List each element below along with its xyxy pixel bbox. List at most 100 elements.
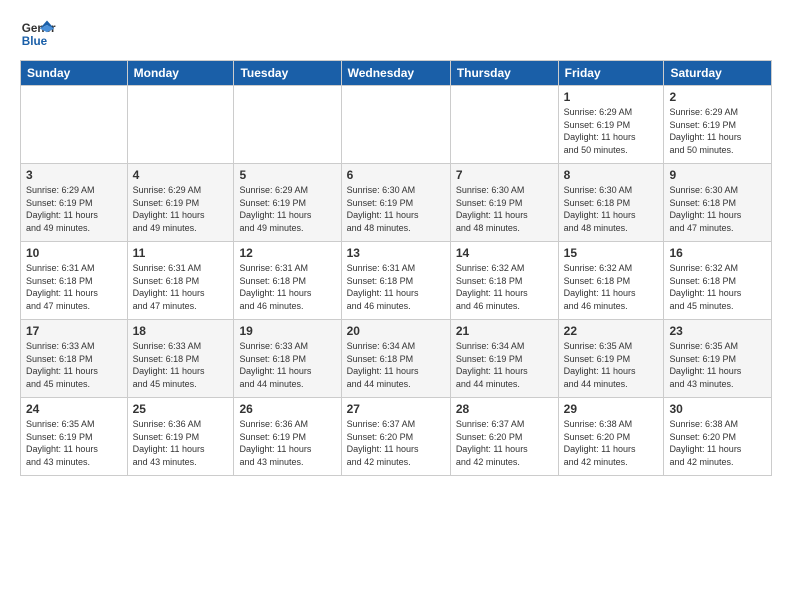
day-number: 21 <box>456 324 553 338</box>
calendar-cell: 27Sunrise: 6:37 AM Sunset: 6:20 PM Dayli… <box>341 398 450 476</box>
weekday-header-monday: Monday <box>127 61 234 86</box>
calendar-cell: 29 Sunrise: 6:38 AM Sunset: 6:20 PM Dayli… <box>558 398 664 476</box>
day-info: Sunrise: 6:31 AM Sunset: 6:18 PM Dayligh… <box>26 262 122 312</box>
calendar-cell: 16 Sunrise: 6:32 AM Sunset: 6:18 PM Dayli… <box>664 242 772 320</box>
calendar-cell: 11 Sunrise: 6:31 AM Sunset: 6:18 PM Dayli… <box>127 242 234 320</box>
day-number: 16 <box>669 246 766 260</box>
day-number: 17 <box>26 324 122 338</box>
calendar-cell: 24Sunrise: 6:35 AM Sunset: 6:19 PM Dayli… <box>21 398 128 476</box>
day-number: 6 <box>347 168 445 182</box>
calendar-cell <box>450 86 558 164</box>
weekday-header-saturday: Saturday <box>664 61 772 86</box>
calendar-cell: 20Sunrise: 6:34 AM Sunset: 6:18 PM Dayli… <box>341 320 450 398</box>
calendar-cell: 23 Sunrise: 6:35 AM Sunset: 6:19 PM Dayli… <box>664 320 772 398</box>
calendar-cell: 15 Sunrise: 6:32 AM Sunset: 6:18 PM Dayli… <box>558 242 664 320</box>
day-info: Sunrise: 6:36 AM Sunset: 6:19 PM Dayligh… <box>239 418 335 468</box>
calendar-cell: 2 Sunrise: 6:29 AM Sunset: 6:19 PM Daylig… <box>664 86 772 164</box>
calendar-cell: 21 Sunrise: 6:34 AM Sunset: 6:19 PM Dayli… <box>450 320 558 398</box>
day-info: Sunrise: 6:32 AM Sunset: 6:18 PM Dayligh… <box>669 262 766 312</box>
calendar-cell: 1Sunrise: 6:29 AM Sunset: 6:19 PM Daylig… <box>558 86 664 164</box>
calendar-cell: 8 Sunrise: 6:30 AM Sunset: 6:18 PM Daylig… <box>558 164 664 242</box>
day-info: Sunrise: 6:33 AM Sunset: 6:18 PM Dayligh… <box>26 340 122 390</box>
day-number: 19 <box>239 324 335 338</box>
logo-icon: General Blue <box>20 16 56 52</box>
day-info: Sunrise: 6:36 AM Sunset: 6:19 PM Dayligh… <box>133 418 229 468</box>
day-number: 30 <box>669 402 766 416</box>
day-number: 26 <box>239 402 335 416</box>
day-number: 3 <box>26 168 122 182</box>
calendar-cell: 22 Sunrise: 6:35 AM Sunset: 6:19 PM Dayli… <box>558 320 664 398</box>
day-number: 23 <box>669 324 766 338</box>
day-info: Sunrise: 6:31 AM Sunset: 6:18 PM Dayligh… <box>239 262 335 312</box>
day-info: Sunrise: 6:38 AM Sunset: 6:20 PM Dayligh… <box>564 418 659 468</box>
calendar-cell: 6Sunrise: 6:30 AM Sunset: 6:19 PM Daylig… <box>341 164 450 242</box>
week-row-5: 24Sunrise: 6:35 AM Sunset: 6:19 PM Dayli… <box>21 398 772 476</box>
day-info: Sunrise: 6:32 AM Sunset: 6:18 PM Dayligh… <box>564 262 659 312</box>
day-info: Sunrise: 6:34 AM Sunset: 6:18 PM Dayligh… <box>347 340 445 390</box>
day-number: 15 <box>564 246 659 260</box>
day-number: 8 <box>564 168 659 182</box>
day-info: Sunrise: 6:35 AM Sunset: 6:19 PM Dayligh… <box>26 418 122 468</box>
day-info: Sunrise: 6:37 AM Sunset: 6:20 PM Dayligh… <box>456 418 553 468</box>
day-number: 13 <box>347 246 445 260</box>
day-number: 22 <box>564 324 659 338</box>
calendar-cell: 13 Sunrise: 6:31 AM Sunset: 6:18 PM Dayli… <box>341 242 450 320</box>
day-info: Sunrise: 6:30 AM Sunset: 6:18 PM Dayligh… <box>564 184 659 234</box>
calendar-cell: 10 Sunrise: 6:31 AM Sunset: 6:18 PM Dayli… <box>21 242 128 320</box>
logo: General Blue <box>20 16 56 52</box>
day-info: Sunrise: 6:33 AM Sunset: 6:18 PM Dayligh… <box>239 340 335 390</box>
day-number: 2 <box>669 90 766 104</box>
day-number: 9 <box>669 168 766 182</box>
week-row-1: 1Sunrise: 6:29 AM Sunset: 6:19 PM Daylig… <box>21 86 772 164</box>
day-number: 18 <box>133 324 229 338</box>
weekday-header-wednesday: Wednesday <box>341 61 450 86</box>
calendar-cell: 4Sunrise: 6:29 AM Sunset: 6:19 PM Daylig… <box>127 164 234 242</box>
weekday-header-tuesday: Tuesday <box>234 61 341 86</box>
calendar-cell: 25Sunrise: 6:36 AM Sunset: 6:19 PM Dayli… <box>127 398 234 476</box>
week-row-2: 3 Sunrise: 6:29 AM Sunset: 6:19 PM Daylig… <box>21 164 772 242</box>
calendar-cell <box>21 86 128 164</box>
day-info: Sunrise: 6:30 AM Sunset: 6:18 PM Dayligh… <box>669 184 766 234</box>
day-number: 12 <box>239 246 335 260</box>
day-info: Sunrise: 6:38 AM Sunset: 6:20 PM Dayligh… <box>669 418 766 468</box>
day-info: Sunrise: 6:33 AM Sunset: 6:18 PM Dayligh… <box>133 340 229 390</box>
calendar-cell: 3 Sunrise: 6:29 AM Sunset: 6:19 PM Daylig… <box>21 164 128 242</box>
calendar-cell <box>127 86 234 164</box>
calendar-cell: 26 Sunrise: 6:36 AM Sunset: 6:19 PM Dayli… <box>234 398 341 476</box>
calendar-cell: 14 Sunrise: 6:32 AM Sunset: 6:18 PM Dayli… <box>450 242 558 320</box>
day-info: Sunrise: 6:35 AM Sunset: 6:19 PM Dayligh… <box>669 340 766 390</box>
header: General Blue <box>20 16 772 52</box>
weekday-header-row: SundayMondayTuesdayWednesdayThursdayFrid… <box>21 61 772 86</box>
weekday-header-sunday: Sunday <box>21 61 128 86</box>
day-number: 4 <box>133 168 229 182</box>
calendar-cell: 12 Sunrise: 6:31 AM Sunset: 6:18 PM Dayli… <box>234 242 341 320</box>
day-info: Sunrise: 6:29 AM Sunset: 6:19 PM Dayligh… <box>26 184 122 234</box>
day-info: Sunrise: 6:31 AM Sunset: 6:18 PM Dayligh… <box>133 262 229 312</box>
day-info: Sunrise: 6:29 AM Sunset: 6:19 PM Dayligh… <box>239 184 335 234</box>
day-number: 10 <box>26 246 122 260</box>
day-info: Sunrise: 6:35 AM Sunset: 6:19 PM Dayligh… <box>564 340 659 390</box>
day-number: 14 <box>456 246 553 260</box>
weekday-header-thursday: Thursday <box>450 61 558 86</box>
calendar-cell: 19 Sunrise: 6:33 AM Sunset: 6:18 PM Dayli… <box>234 320 341 398</box>
day-info: Sunrise: 6:29 AM Sunset: 6:19 PM Dayligh… <box>564 106 659 156</box>
calendar-cell: 7Sunrise: 6:30 AM Sunset: 6:19 PM Daylig… <box>450 164 558 242</box>
calendar-cell: 17 Sunrise: 6:33 AM Sunset: 6:18 PM Dayli… <box>21 320 128 398</box>
calendar-cell: 28Sunrise: 6:37 AM Sunset: 6:20 PM Dayli… <box>450 398 558 476</box>
calendar-cell: 30 Sunrise: 6:38 AM Sunset: 6:20 PM Dayli… <box>664 398 772 476</box>
weekday-header-friday: Friday <box>558 61 664 86</box>
day-number: 27 <box>347 402 445 416</box>
svg-text:Blue: Blue <box>22 35 48 48</box>
calendar-cell <box>234 86 341 164</box>
day-number: 11 <box>133 246 229 260</box>
page: General Blue SundayMondayTuesdayWednesda… <box>0 0 792 612</box>
day-info: Sunrise: 6:34 AM Sunset: 6:19 PM Dayligh… <box>456 340 553 390</box>
week-row-3: 10 Sunrise: 6:31 AM Sunset: 6:18 PM Dayli… <box>21 242 772 320</box>
calendar-cell: 18 Sunrise: 6:33 AM Sunset: 6:18 PM Dayli… <box>127 320 234 398</box>
day-number: 7 <box>456 168 553 182</box>
day-info: Sunrise: 6:32 AM Sunset: 6:18 PM Dayligh… <box>456 262 553 312</box>
day-info: Sunrise: 6:31 AM Sunset: 6:18 PM Dayligh… <box>347 262 445 312</box>
day-number: 5 <box>239 168 335 182</box>
day-number: 29 <box>564 402 659 416</box>
day-info: Sunrise: 6:29 AM Sunset: 6:19 PM Dayligh… <box>669 106 766 156</box>
